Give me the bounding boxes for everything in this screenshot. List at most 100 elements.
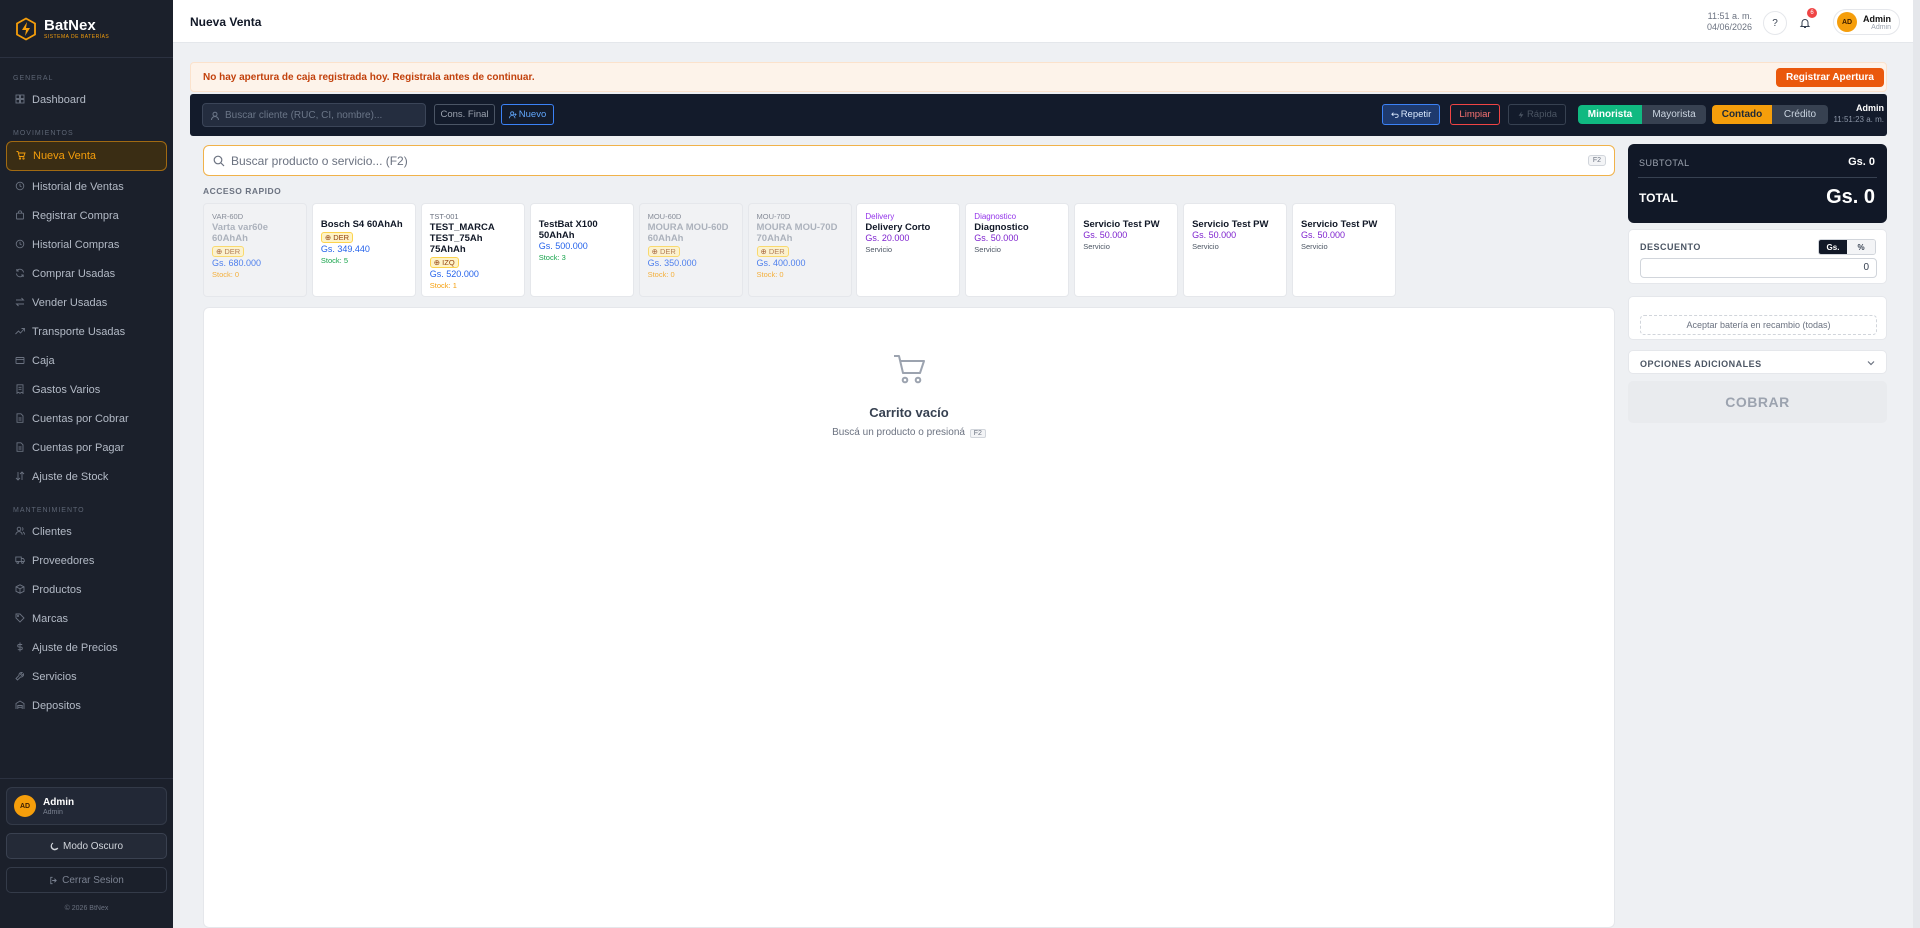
sidebar-item-caja[interactable]: Caja: [6, 347, 167, 374]
brand-logo[interactable]: BatNex SISTEMA DE BATERÍAS: [0, 0, 173, 58]
product-code: MOU-60D: [647, 212, 682, 221]
toolbar-user: Admin: [1856, 103, 1884, 113]
sidebar-item-marcas[interactable]: Marcas: [6, 605, 167, 632]
product-search: F2: [203, 145, 1615, 176]
discount-mode-percent[interactable]: %: [1847, 240, 1875, 254]
cart-panel: Carrito vacío Buscá un producto o presio…: [203, 307, 1615, 928]
clear-button[interactable]: Limpiar: [1450, 104, 1500, 125]
quick-access-item[interactable]: TestBat X100 50AhAh Gs. 500.000 Stock: 3: [529, 203, 634, 297]
sidebar-item-historial-de-ventas[interactable]: Historial de Ventas: [6, 173, 167, 200]
history-icon: [15, 181, 25, 191]
cash-icon: [15, 357, 25, 364]
client-search-input[interactable]: Buscar cliente (RUC, CI, nombre)...: [202, 103, 426, 127]
nav-section-title: MOVIMIENTOS: [13, 130, 74, 137]
item-price: Gs. 349.440: [320, 244, 370, 254]
extra-options-toggle[interactable]: OPCIONES ADICIONALES: [1628, 350, 1887, 374]
new-client-button[interactable]: Nuevo: [501, 104, 554, 125]
page-scrollbar[interactable]: [1913, 0, 1920, 928]
top-header: Nueva Venta 11:51 a. m. 04/06/2026 ? 6 A…: [173, 0, 1920, 43]
sidebar-item-label: Dashboard: [32, 93, 86, 106]
help-button[interactable]: ?: [1763, 11, 1787, 35]
terminal-side-label: DER: [333, 233, 350, 242]
toolbar-time: 11:51:23 a. m.: [1833, 115, 1884, 124]
header-avatar: AD: [1837, 12, 1857, 32]
search-icon: [213, 155, 225, 167]
item-price: Gs. 50.000: [1301, 230, 1346, 240]
price-minorista[interactable]: Minorista: [1578, 105, 1642, 124]
quick-access-item[interactable]: Bosch S4 60AhAh ⊕ DER Gs. 349.440 Stock: 5: [311, 203, 416, 297]
dark-mode-button[interactable]: Modo Oscuro: [6, 833, 167, 859]
discount-mode-amount[interactable]: Gs.: [1819, 240, 1847, 254]
moon-icon: [50, 842, 59, 850]
payment-contado[interactable]: Contado: [1712, 105, 1772, 124]
quick-access-item[interactable]: Servicio Test PW Gs. 50.000 Servicio: [1074, 203, 1179, 297]
item-name: MOURA MOU-60D 60AhAh: [647, 222, 729, 244]
sidebar-item-transporte-usadas[interactable]: Transporte Usadas: [6, 318, 167, 345]
user-plus-icon: [508, 110, 517, 118]
item-name: Diagnostico: [974, 222, 1029, 233]
quick-access-item[interactable]: Delivery Delivery Corto Gs. 20.000 Servicio: [856, 203, 961, 297]
quick-sale-label: Rápida: [1526, 109, 1558, 120]
sidebar-item-dashboard[interactable]: Dashboard: [6, 86, 167, 113]
item-stock: Stock: 0: [647, 270, 675, 279]
header-clock: 11:51 a. m. 04/06/2026: [1707, 11, 1752, 33]
quick-sale-button[interactable]: Rápida: [1508, 104, 1566, 125]
repeat-sale-button[interactable]: Repetir: [1382, 104, 1440, 125]
sidebar-item-depositos[interactable]: Depositos: [6, 692, 167, 719]
sidebar-item-proveedores[interactable]: Proveedores: [6, 547, 167, 574]
discount-card: DESCUENTO Gs. % 0: [1628, 229, 1887, 284]
sidebar-item-comprar-usadas[interactable]: Comprar Usadas: [6, 260, 167, 287]
quick-access-item[interactable]: Diagnostico Diagnostico Gs. 50.000 Servicio: [965, 203, 1070, 297]
item-kind: Servicio: [1301, 242, 1328, 251]
sidebar-item-productos[interactable]: Productos: [6, 576, 167, 603]
item-name: Servicio Test PW: [1192, 219, 1269, 230]
sidebar-item-label: Depositos: [32, 699, 81, 712]
service-category: Delivery: [865, 212, 895, 221]
brand-name: BatNex: [44, 16, 96, 34]
client-search-placeholder: Buscar cliente (RUC, CI, nombre)...: [225, 109, 383, 121]
logout-button[interactable]: Cerrar Sesion: [6, 867, 167, 893]
sidebar-item-clientes[interactable]: Clientes: [6, 518, 167, 545]
sidebar-item-cuentas-por-cobrar[interactable]: Cuentas por Cobrar: [6, 405, 167, 432]
sidebar-item-registrar-compra[interactable]: Registrar Compra: [6, 202, 167, 229]
user-card[interactable]: AD Admin Admin: [6, 787, 167, 825]
header-user-menu[interactable]: AD Admin Admin: [1833, 9, 1900, 35]
item-stock: Stock: 0: [212, 270, 240, 279]
trade-in-button[interactable]: Aceptar batería en recambio (todas): [1640, 315, 1877, 335]
subtotal-label: SUBTOTAL: [1639, 158, 1690, 168]
consumer-final-button[interactable]: Cons. Final: [434, 104, 495, 125]
tag-icon: [15, 613, 25, 623]
checkout-button[interactable]: COBRAR: [1628, 381, 1887, 423]
register-opening-button[interactable]: Registrar Apertura: [1776, 68, 1884, 87]
sidebar-item-historial-compras[interactable]: Historial Compras: [6, 231, 167, 258]
price-mayorista[interactable]: Mayorista: [1642, 105, 1706, 124]
cart-empty-icon: [894, 355, 925, 384]
bolt-hexagon-icon: [16, 16, 36, 41]
copyright: © 2026 BtNex: [64, 905, 109, 912]
sidebar-item-ajuste-de-stock[interactable]: Ajuste de Stock: [6, 463, 167, 490]
discount-input[interactable]: 0: [1640, 258, 1877, 278]
quick-access-item[interactable]: TST-001 TEST_MARCA TEST_75Ah 75AhAh ⊕ IZQ G…: [420, 203, 525, 297]
sidebar-item-cuentas-por-pagar[interactable]: Cuentas por Pagar: [6, 434, 167, 461]
sidebar-item-nueva-venta[interactable]: Nueva Venta: [6, 141, 167, 171]
item-price: Gs. 680.000: [212, 258, 262, 268]
product-search-input[interactable]: [231, 152, 1531, 170]
sidebar-item-vender-usadas[interactable]: Vender Usadas: [6, 289, 167, 316]
sidebar-item-label: Nueva Venta: [33, 150, 96, 162]
sidebar-item-servicios[interactable]: Servicios: [6, 663, 167, 690]
item-name: Delivery Corto: [865, 222, 931, 233]
sidebar-item-gastos-varios[interactable]: Gastos Varios: [6, 376, 167, 403]
quick-access-item[interactable]: Servicio Test PW Gs. 50.000 Servicio: [1292, 203, 1396, 297]
item-name: Servicio Test PW: [1301, 219, 1378, 230]
cart-empty-hint-row: Buscá un producto o presioná F2: [204, 427, 1614, 438]
cart-hint-key: F2: [969, 429, 986, 438]
payment-credito[interactable]: Crédito: [1772, 105, 1828, 124]
sidebar-item-label: Ajuste de Precios: [32, 641, 118, 654]
sidebar-item-ajuste-de-precios[interactable]: Ajuste de Precios: [6, 634, 167, 661]
notifications-button[interactable]: 6: [1793, 8, 1817, 35]
nav-section-title: GENERAL: [13, 75, 54, 82]
sidebar-item-label: Vender Usadas: [32, 296, 108, 309]
quick-access-item[interactable]: Servicio Test PW Gs. 50.000 Servicio: [1183, 203, 1288, 297]
sidebar-item-label: Historial de Ventas: [32, 180, 124, 193]
terminal-side-label: IZQ: [442, 258, 455, 267]
